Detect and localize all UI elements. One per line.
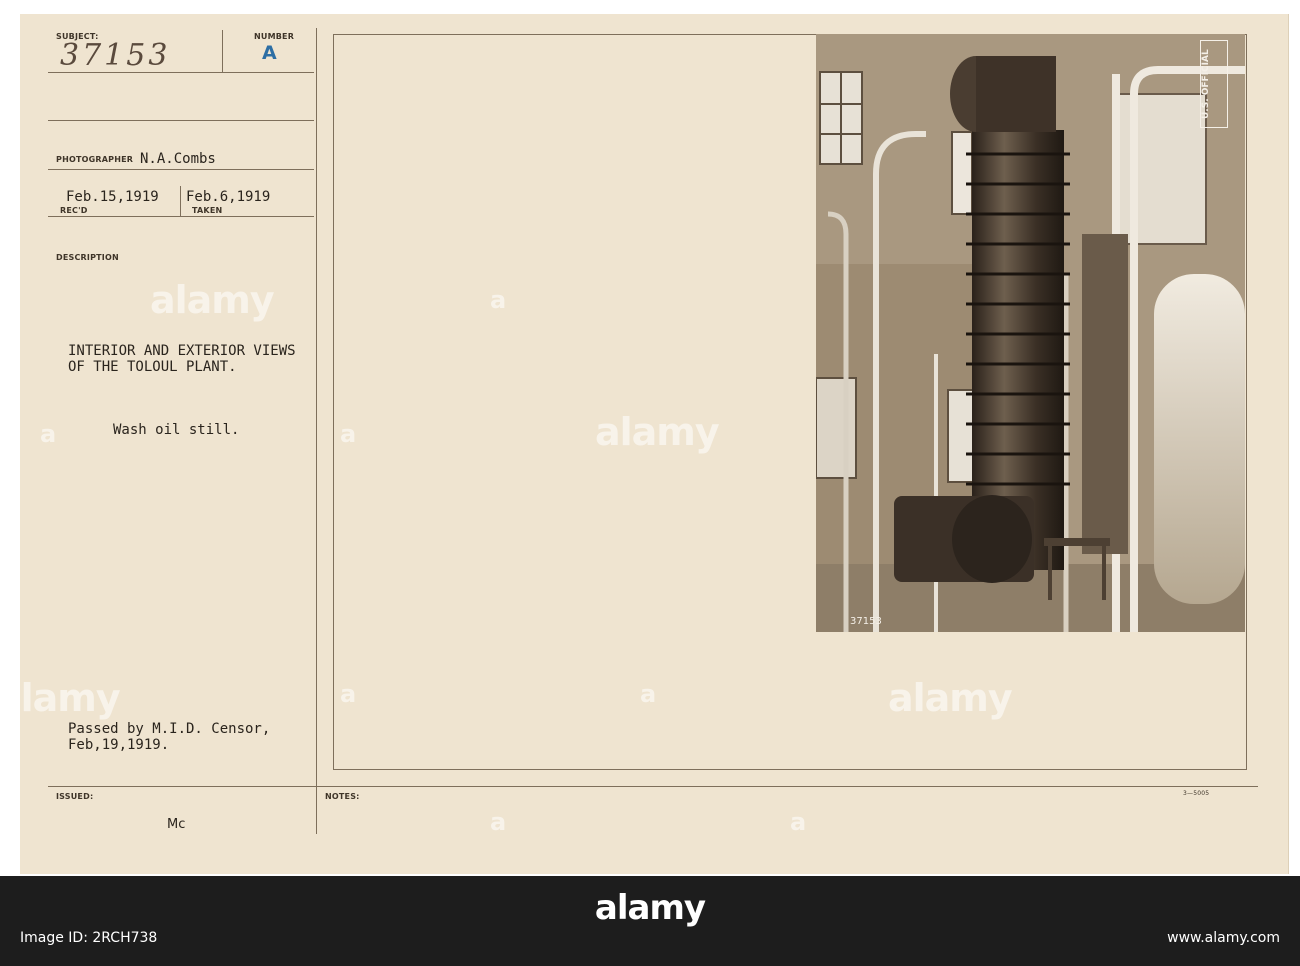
censor-line-1: Passed by M.I.D. Censor, bbox=[68, 721, 271, 737]
us-official-stamp: U.S. OFFICIAL bbox=[1200, 40, 1228, 128]
photograph-illustration bbox=[816, 34, 1245, 632]
censor-line-2: Feb,19,1919. bbox=[68, 737, 170, 753]
watermark-mark-5: a bbox=[340, 680, 357, 708]
description-label: DESCRIPTION bbox=[56, 253, 119, 262]
watermark-mark-3: a bbox=[490, 286, 507, 314]
divider-blank-row bbox=[48, 120, 314, 121]
negative-number: 37153 bbox=[850, 616, 882, 627]
form-number: 3—5005 bbox=[1183, 790, 1210, 797]
divider-dates-row bbox=[48, 216, 314, 217]
notes-label: NOTES: bbox=[325, 792, 360, 801]
watermark-mark-1: a bbox=[40, 420, 57, 448]
divider-subject-vertical bbox=[222, 30, 223, 72]
issued-initials: Mc bbox=[167, 817, 186, 832]
number-stamp: A bbox=[262, 42, 277, 64]
divider-photographer-row bbox=[48, 169, 314, 170]
watermark-mark-2: a bbox=[340, 420, 357, 448]
issued-label: ISSUED: bbox=[56, 792, 94, 801]
divider-bottom-row bbox=[48, 786, 1258, 787]
photograph: U.S. OFFICIAL 37153 bbox=[816, 34, 1245, 632]
received-date: Feb.15,1919 bbox=[66, 189, 159, 205]
image-id: Image ID: 2RCH738 bbox=[20, 930, 158, 946]
site-url: www.alamy.com bbox=[1167, 930, 1280, 946]
received-label: REC'D bbox=[60, 206, 88, 215]
taken-label: TAKEN bbox=[192, 206, 223, 215]
watermark-mark-6: a bbox=[490, 808, 507, 836]
caption-text: Wash oil still. bbox=[113, 422, 240, 438]
watermark-mark-7: a bbox=[790, 808, 807, 836]
number-label: NUMBER bbox=[254, 32, 295, 41]
photographer-name: N.A.Combs bbox=[140, 151, 216, 167]
description-line-2: OF THE TOLOUL PLANT. bbox=[68, 359, 237, 375]
divider-dates-vertical bbox=[180, 186, 181, 216]
description-line-1: INTERIOR AND EXTERIOR VIEWS bbox=[68, 343, 296, 359]
photographer-label: PHOTOGRAPHER bbox=[56, 155, 134, 164]
divider-column-vertical bbox=[316, 28, 317, 834]
subject-number-handwritten: 37153 bbox=[60, 38, 171, 73]
brand-logo: alamy bbox=[594, 888, 706, 928]
taken-date: Feb.6,1919 bbox=[186, 189, 271, 205]
watermark-mark-4: a bbox=[640, 680, 657, 708]
